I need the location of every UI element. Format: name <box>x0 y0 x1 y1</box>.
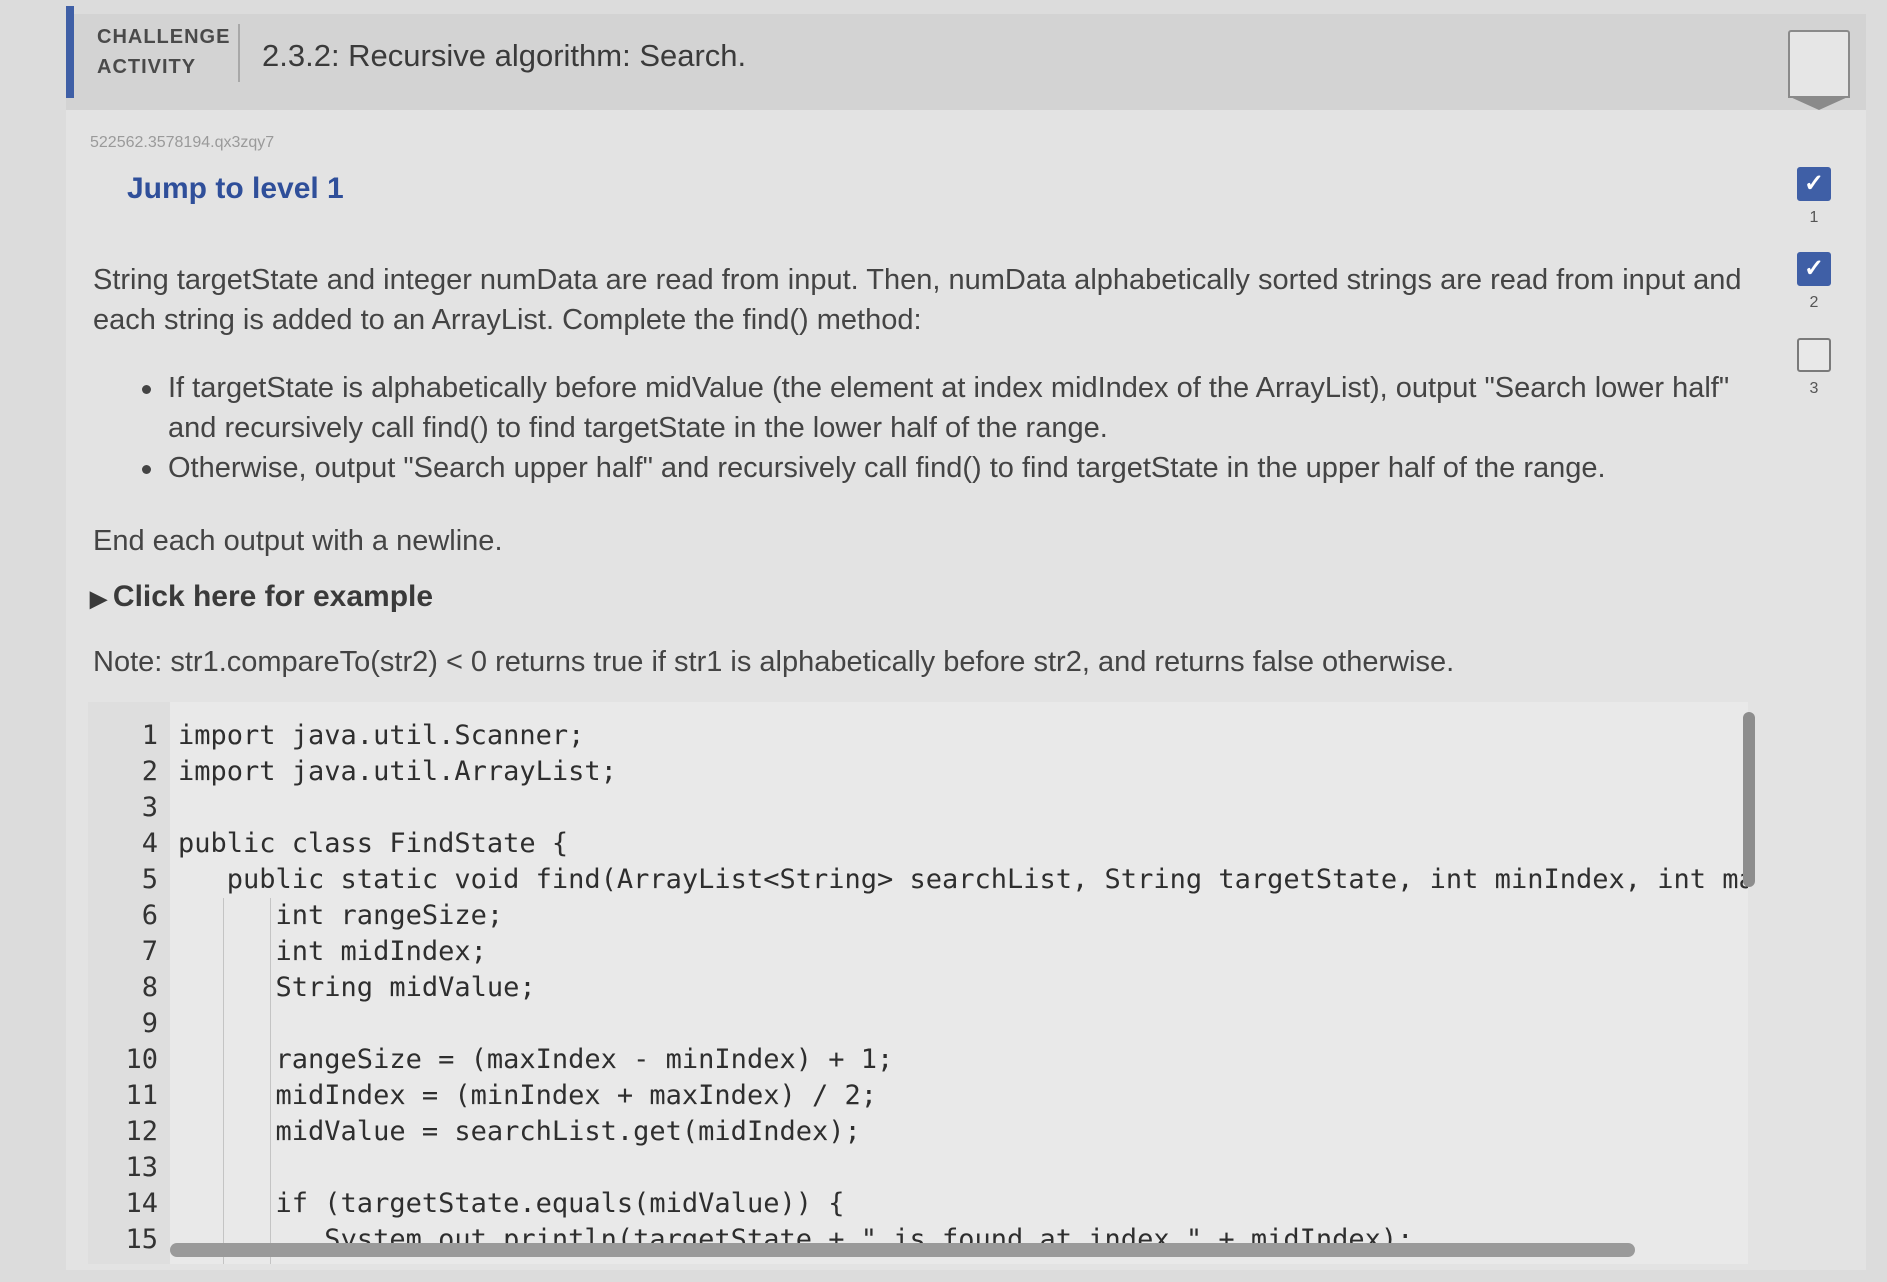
level-number: 3 <box>1809 380 1819 397</box>
code-text: if (targetState.equals(midValue)) { <box>178 1188 845 1219</box>
line-number: 7 <box>141 936 158 967</box>
activity-title: 2.3.2: Recursive algorithm: Search. <box>262 38 747 73</box>
completion-badge-icon <box>1788 30 1850 110</box>
code-text: public class FindState { <box>178 828 569 859</box>
line-number: 3 <box>141 792 158 823</box>
empty-checkbox-icon <box>1797 338 1831 372</box>
line-number: 2 <box>141 756 158 787</box>
code-line[interactable]: 1 import java.util.Scanner; <box>88 718 1748 754</box>
code-text: midIndex = (minIndex + maxIndex) / 2; <box>178 1080 877 1111</box>
check-icon: ✓ <box>1797 252 1831 286</box>
code-line[interactable]: 7 int midIndex; <box>88 934 1748 970</box>
code-line[interactable]: 9 <box>88 1006 1748 1042</box>
expand-triangle-icon: ▶ <box>90 586 107 611</box>
challenge-activity-label: CHALLENGE ACTIVITY <box>97 22 230 82</box>
activity-id: 522562.3578194.qx3zqy7 <box>90 134 275 151</box>
line-number: 4 <box>141 828 158 859</box>
instructions-intro: String targetState and integer numData a… <box>93 264 1742 336</box>
code-line[interactable]: 6 int rangeSize; <box>88 898 1748 934</box>
line-number: 5 <box>141 864 158 895</box>
code-line[interactable]: 11 midIndex = (minIndex + maxIndex) / 2; <box>88 1078 1748 1114</box>
compare-to-note: Note: str1.compareTo(str2) < 0 returns t… <box>93 646 1455 678</box>
code-text: rangeSize = (maxIndex - minIndex) + 1; <box>178 1044 894 1075</box>
instruction-bullet-lower: If targetState is alphabetically before … <box>140 368 1760 448</box>
code-text: import java.util.ArrayList; <box>178 756 617 787</box>
header-accent-bar <box>66 6 74 98</box>
check-icon: ✓ <box>1797 167 1831 201</box>
code-line[interactable]: 10 rangeSize = (maxIndex - minIndex) + 1… <box>88 1042 1748 1078</box>
horizontal-scrollbar[interactable] <box>170 1243 1635 1257</box>
level-number: 2 <box>1809 294 1819 311</box>
level-step-2[interactable]: ✓ 2 <box>1797 252 1831 312</box>
code-line[interactable]: 4 public class FindState { <box>88 826 1748 862</box>
instructions-list: If targetState is alphabetically before … <box>140 368 1760 488</box>
line-number: 15 <box>125 1224 158 1255</box>
code-line[interactable]: 3 <box>88 790 1748 826</box>
code-line[interactable]: 13 <box>88 1150 1748 1186</box>
line-number: 11 <box>125 1080 158 1111</box>
code-text: String midValue; <box>178 972 536 1003</box>
line-number: 14 <box>125 1188 158 1219</box>
level-step-3[interactable]: 3 <box>1797 338 1831 398</box>
vertical-scrollbar[interactable] <box>1743 712 1755 887</box>
code-text: public static void find(ArrayList<String… <box>178 864 1748 895</box>
line-number: 8 <box>141 972 158 1003</box>
code-text: import java.util.Scanner; <box>178 720 585 751</box>
line-number: 9 <box>141 1008 158 1039</box>
code-line[interactable]: 14 if (targetState.equals(midValue)) { <box>88 1186 1748 1222</box>
line-number: 13 <box>125 1152 158 1183</box>
code-line[interactable]: 8 String midValue; <box>88 970 1748 1006</box>
code-line[interactable]: 12 midValue = searchList.get(midIndex); <box>88 1114 1748 1150</box>
example-toggle[interactable]: ▶ Click here for example <box>90 580 433 614</box>
code-line[interactable]: 2 import java.util.ArrayList; <box>88 754 1748 790</box>
example-toggle-label: Click here for example <box>112 580 434 613</box>
code-editor[interactable]: 1 import java.util.Scanner; 2 import java.… <box>88 702 1748 1264</box>
code-text: midValue = searchList.get(midIndex); <box>178 1116 861 1147</box>
instruction-bullet-upper: Otherwise, output "Search upper half" an… <box>140 448 1760 488</box>
end-output-note: End each output with a newline. <box>93 525 503 557</box>
level-number: 1 <box>1809 209 1819 226</box>
line-number: 10 <box>125 1044 158 1075</box>
challenge-label-line2: ACTIVITY <box>97 56 197 78</box>
line-number: 6 <box>141 900 158 931</box>
code-text: int midIndex; <box>178 936 487 967</box>
header-divider <box>238 24 240 82</box>
line-number: 1 <box>141 720 158 751</box>
challenge-label-line1: CHALLENGE <box>97 26 231 48</box>
code-line[interactable]: 5 public static void find(ArrayList<Stri… <box>88 862 1748 898</box>
jump-to-level-link[interactable]: Jump to level 1 <box>127 172 344 206</box>
level-step-1[interactable]: ✓ 1 <box>1797 167 1831 227</box>
code-text: int rangeSize; <box>178 900 504 931</box>
line-number: 12 <box>125 1116 158 1147</box>
